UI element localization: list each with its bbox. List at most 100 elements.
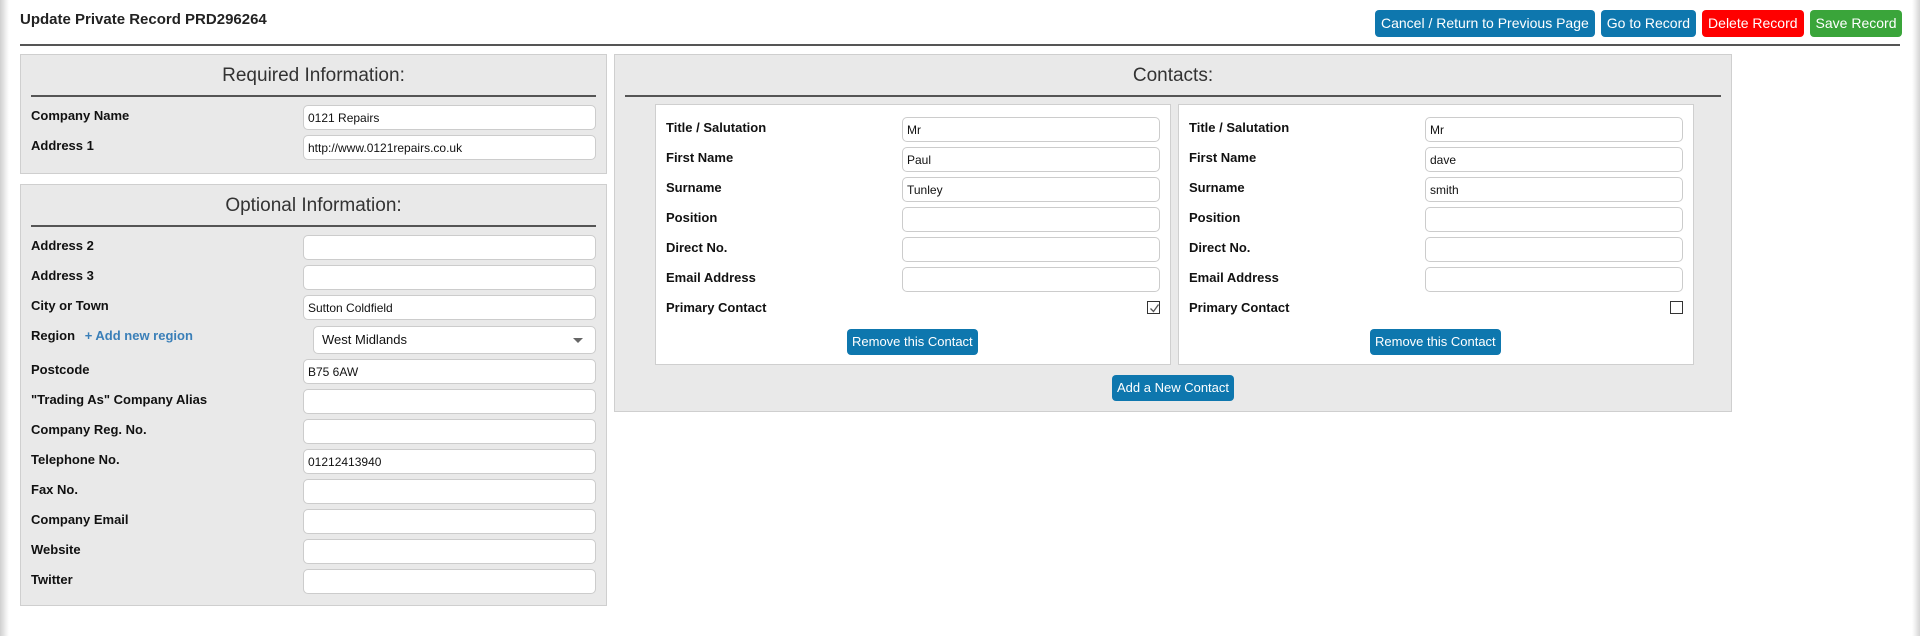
fax-input[interactable] <box>303 479 596 504</box>
section-divider <box>31 95 596 97</box>
field-label: Direct No. <box>666 240 728 255</box>
primary-contact-checkbox[interactable] <box>1670 301 1683 314</box>
contact-email-input[interactable] <box>902 267 1160 292</box>
field-fax: Fax No. <box>21 479 606 504</box>
field-label: Primary Contact <box>1189 300 1290 315</box>
field-label: First Name <box>1189 150 1257 165</box>
contact-field-primary: Primary Contact <box>656 297 1170 322</box>
add-new-region-link[interactable]: + Add new region <box>85 328 193 343</box>
field-company-email: Company Email <box>21 509 606 534</box>
field-label: Telephone No. <box>31 452 120 467</box>
contact-position-input[interactable] <box>1425 207 1683 232</box>
website-input[interactable] <box>303 539 596 564</box>
contact-field-position: Position <box>656 207 1170 232</box>
contact-field-email: Email Address <box>1179 267 1693 292</box>
contact-field-title: Title / Salutation <box>656 117 1170 142</box>
primary-contact-checkbox[interactable] <box>1147 301 1160 314</box>
save-record-button[interactable]: Save Record <box>1809 10 1903 37</box>
field-label: City or Town <box>31 298 109 313</box>
contact-field-primary: Primary Contact <box>1179 297 1693 322</box>
company-reg-no-input[interactable] <box>303 419 596 444</box>
add-new-contact-button[interactable]: Add a New Contact <box>1112 375 1235 401</box>
required-information-title: Required Information: <box>222 65 405 86</box>
address-3-input[interactable] <box>303 265 596 290</box>
field-label: Email Address <box>666 270 756 285</box>
field-label: Postcode <box>31 362 90 377</box>
region-label: Region <box>31 328 76 343</box>
region-select[interactable]: West Midlands <box>313 326 596 354</box>
optional-information-title: Optional Information: <box>225 195 402 216</box>
field-label: Title / Salutation <box>666 120 767 135</box>
field-telephone: Telephone No. <box>21 449 606 474</box>
required-information-panel: Required Information: Company Name Addre… <box>20 54 607 174</box>
field-label: Region + Add new region <box>31 328 193 343</box>
contact-field-direct-no: Direct No. <box>1179 237 1693 262</box>
company-email-input[interactable] <box>303 509 596 534</box>
field-postcode: Postcode <box>21 359 606 384</box>
contact-direct-no-input[interactable] <box>1425 237 1683 262</box>
field-trading-as: "Trading As" Company Alias <box>21 389 606 414</box>
contact-field-email: Email Address <box>656 267 1170 292</box>
company-name-input[interactable] <box>303 105 596 130</box>
field-label: Fax No. <box>31 482 78 497</box>
field-label: Address 2 <box>31 238 94 253</box>
field-label: Company Reg. No. <box>31 422 147 437</box>
contact-title-input[interactable] <box>902 117 1160 142</box>
contacts-panel: Contacts: Title / Salutation First Name … <box>614 54 1732 412</box>
field-label: Twitter <box>31 572 73 587</box>
cancel-button[interactable]: Cancel / Return to Previous Page <box>1375 10 1595 37</box>
trading-as-input[interactable] <box>303 389 596 414</box>
contact-field-direct-no: Direct No. <box>656 237 1170 262</box>
field-label: Surname <box>1189 180 1245 195</box>
contact-field-first-name: First Name <box>1179 147 1693 172</box>
contact-field-first-name: First Name <box>656 147 1170 172</box>
field-label: Address 3 <box>31 268 94 283</box>
field-label: "Trading As" Company Alias <box>31 392 208 407</box>
contact-field-surname: Surname <box>1179 177 1693 202</box>
city-or-town-input[interactable] <box>303 295 596 320</box>
contact-field-title: Title / Salutation <box>1179 117 1693 142</box>
field-label: Surname <box>666 180 722 195</box>
field-label: Company Name <box>31 108 130 123</box>
contact-surname-input[interactable] <box>1425 177 1683 202</box>
field-label: Position <box>666 210 718 225</box>
contact-first-name-input[interactable] <box>1425 147 1683 172</box>
contact-card: Title / Salutation First Name Surname Po… <box>655 104 1171 365</box>
contacts-title: Contacts: <box>1132 65 1214 86</box>
optional-information-panel: Optional Information: Address 2 Address … <box>20 184 607 606</box>
contact-field-surname: Surname <box>656 177 1170 202</box>
telephone-input[interactable] <box>303 449 596 474</box>
field-label: Title / Salutation <box>1189 120 1290 135</box>
region-select-value: West Midlands <box>322 332 408 347</box>
address-1-input[interactable] <box>303 135 596 160</box>
field-label: Direct No. <box>1189 240 1251 255</box>
section-divider <box>625 95 1721 97</box>
contact-first-name-input[interactable] <box>902 147 1160 172</box>
contact-direct-no-input[interactable] <box>902 237 1160 262</box>
contact-card: Title / Salutation First Name Surname Po… <box>1178 104 1694 365</box>
field-company-reg-no: Company Reg. No. <box>21 419 606 444</box>
contact-position-input[interactable] <box>902 207 1160 232</box>
contact-surname-input[interactable] <box>902 177 1160 202</box>
contact-title-input[interactable] <box>1425 117 1683 142</box>
chevron-down-icon <box>573 338 583 343</box>
checkmark-icon <box>1150 304 1160 313</box>
field-twitter: Twitter <box>21 569 606 594</box>
window-edge-right <box>1912 0 1920 636</box>
field-address-2: Address 2 <box>21 235 606 260</box>
remove-contact-button[interactable]: Remove this Contact <box>1370 329 1501 355</box>
address-2-input[interactable] <box>303 235 596 260</box>
field-label: Website <box>31 542 81 557</box>
twitter-input[interactable] <box>303 569 596 594</box>
field-label: Email Address <box>1189 270 1279 285</box>
remove-contact-button[interactable]: Remove this Contact <box>847 329 978 355</box>
field-city-or-town: City or Town <box>21 295 606 320</box>
page-title: Update Private Record PRD296264 <box>20 11 267 28</box>
field-label: Address 1 <box>31 138 94 153</box>
field-label: Company Email <box>31 512 129 527</box>
contact-email-input[interactable] <box>1425 267 1683 292</box>
window-edge-left <box>0 0 9 636</box>
go-to-record-button[interactable]: Go to Record <box>1600 10 1697 37</box>
delete-record-button[interactable]: Delete Record <box>1702 10 1804 37</box>
postcode-input[interactable] <box>303 359 596 384</box>
